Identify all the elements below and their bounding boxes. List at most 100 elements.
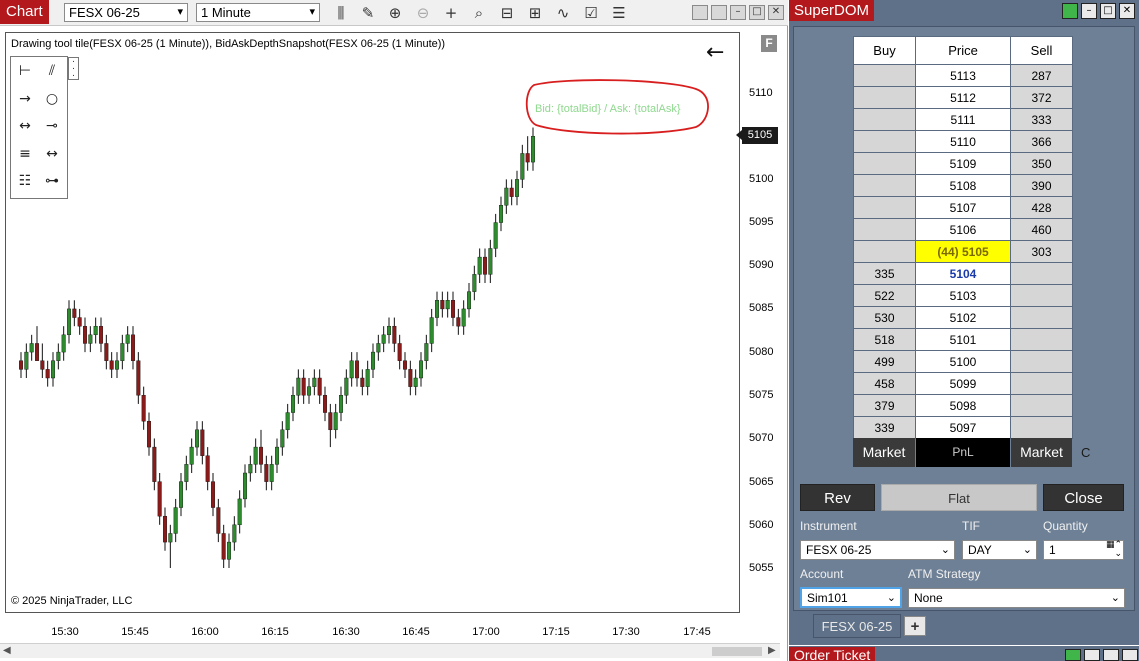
market-sell-button[interactable]: Market (1011, 438, 1072, 467)
data-box-icon[interactable]: ⌕ (469, 3, 489, 23)
flat-button[interactable]: Flat (881, 484, 1037, 511)
scrollbar-thumb[interactable] (712, 647, 762, 656)
close-button[interactable]: ✕ (1119, 3, 1135, 19)
account-select[interactable]: Sim101 ⌄ (800, 587, 902, 608)
crosshair-icon[interactable]: + (441, 3, 461, 23)
tile-button[interactable] (711, 5, 727, 20)
price-cell[interactable]: 5111 (915, 108, 1011, 131)
market-buy-button[interactable]: Market (853, 438, 915, 467)
add-tab-button[interactable]: + (904, 616, 926, 636)
sell-cell[interactable] (1010, 284, 1073, 307)
buy-cell[interactable]: 379 (853, 394, 916, 417)
sell-cell[interactable]: 333 (1010, 108, 1073, 131)
properties-icon[interactable]: ☑ (581, 3, 601, 23)
extended-line-tool-icon[interactable]: ↔ (13, 115, 37, 137)
zoom-out-icon[interactable]: ⊖ (413, 3, 433, 23)
buy-cell[interactable]: 518 (853, 328, 916, 351)
f-button[interactable]: F (761, 35, 777, 52)
price-cell[interactable]: 5100 (915, 350, 1011, 373)
range-tool-icon[interactable]: ↔ (40, 143, 64, 165)
more-tools-icon[interactable]: · · · (68, 57, 79, 81)
buy-cell[interactable]: 530 (853, 306, 916, 329)
sell-cell[interactable] (1010, 306, 1073, 329)
instrument-selector[interactable]: FESX 06-25 ▾ (64, 3, 188, 22)
tif-select[interactable]: DAY ⌄ (962, 540, 1037, 560)
template-icon[interactable]: ⊟ (497, 3, 517, 23)
maximize-button[interactable]: □ (1100, 3, 1116, 19)
price-cell[interactable]: 5109 (915, 152, 1011, 175)
sell-cell[interactable] (1010, 328, 1073, 351)
parallel-lines-tool-icon[interactable]: ⫽ (40, 60, 64, 82)
atm-strategy-select[interactable]: None ⌄ (908, 588, 1125, 608)
path-tool-icon[interactable]: ⊶ (40, 170, 64, 192)
indicator-icon[interactable]: ∿ (553, 3, 573, 23)
horizontal-lines-tool-icon[interactable]: ≡ (13, 143, 37, 165)
sell-cell[interactable]: 428 (1010, 196, 1073, 219)
link-button[interactable] (1062, 3, 1078, 19)
price-cell[interactable]: 5112 (915, 86, 1011, 109)
minimize-button[interactable]: – (1081, 3, 1097, 19)
price-cell[interactable]: (44) 5105 (915, 240, 1011, 263)
minimize-button[interactable] (1084, 649, 1100, 661)
maximize-button[interactable] (1103, 649, 1119, 661)
sell-cell[interactable] (1010, 372, 1073, 395)
sell-cell[interactable]: 366 (1010, 130, 1073, 153)
price-cell[interactable]: 5098 (915, 394, 1011, 417)
buy-cell[interactable]: 458 (853, 372, 916, 395)
buy-cell[interactable] (853, 218, 916, 241)
buy-cell[interactable]: 335 (853, 262, 916, 285)
pnl-display[interactable]: PnL (916, 438, 1010, 467)
buy-cell[interactable]: 522 (853, 284, 916, 307)
zoom-in-icon[interactable]: ⊕ (385, 3, 405, 23)
sell-cell[interactable]: 372 (1010, 86, 1073, 109)
price-cell[interactable]: 5106 (915, 218, 1011, 241)
scroll-left-icon[interactable]: ◀ (3, 645, 11, 656)
sell-cell[interactable]: 287 (1010, 64, 1073, 87)
link-button[interactable] (692, 5, 708, 20)
fibonacci-tool-icon[interactable]: ☷ (13, 170, 37, 192)
buy-cell[interactable] (853, 152, 916, 175)
buy-cell[interactable] (853, 64, 916, 87)
bar-chart-icon[interactable]: ⫼ (331, 3, 351, 23)
price-cell[interactable]: 5104 (915, 262, 1011, 285)
list-icon[interactable]: ☰ (609, 3, 629, 23)
buy-cell[interactable]: 499 (853, 350, 916, 373)
close-position-button[interactable]: Close (1043, 484, 1124, 511)
arrow-left-icon[interactable]: ← (706, 40, 724, 65)
instrument-select[interactable]: FESX 06-25 ⌄ (800, 540, 955, 560)
sell-cell[interactable] (1010, 350, 1073, 373)
buy-cell[interactable] (853, 130, 916, 153)
maximize-button[interactable]: □ (749, 5, 765, 20)
sell-cell[interactable] (1010, 394, 1073, 417)
link-button[interactable] (1065, 649, 1081, 661)
buy-cell[interactable]: 339 (853, 416, 916, 439)
pencil-icon[interactable]: ✎ (358, 3, 378, 23)
sell-cell[interactable] (1010, 262, 1073, 285)
sell-cell[interactable]: 460 (1010, 218, 1073, 241)
close-button[interactable]: ✕ (768, 5, 784, 20)
rev-button[interactable]: Rev (800, 484, 875, 511)
buy-cell[interactable] (853, 174, 916, 197)
stepper-arrows-icon[interactable]: ▦⌃ ⌄ (1100, 541, 1122, 559)
price-cell[interactable]: 5103 (915, 284, 1011, 307)
buy-cell[interactable] (853, 86, 916, 109)
price-cell[interactable]: 5101 (915, 328, 1011, 351)
scroll-right-icon[interactable]: ▶ (768, 645, 776, 656)
superdom-title[interactable]: SuperDOM (789, 0, 875, 21)
horizontal-scrollbar[interactable]: ◀ ▶ (0, 643, 780, 658)
order-ticket-title[interactable]: Order Ticket (789, 647, 876, 661)
minimize-button[interactable]: – (730, 5, 746, 20)
close-button[interactable] (1122, 649, 1138, 661)
buy-cell[interactable] (853, 240, 916, 263)
ray-tool-icon[interactable]: → (13, 88, 37, 110)
ellipse-tool-icon[interactable]: ○ (40, 88, 64, 110)
price-cell[interactable]: 5108 (915, 174, 1011, 197)
quantity-stepper[interactable]: 1 ▦⌃ ⌄ (1043, 540, 1124, 560)
ruler-tool-icon[interactable]: ⊸ (40, 115, 64, 137)
price-cell[interactable]: 5110 (915, 130, 1011, 153)
buy-cell[interactable] (853, 108, 916, 131)
buy-cell[interactable] (853, 196, 916, 219)
sell-cell[interactable] (1010, 416, 1073, 439)
center-button[interactable]: C (1081, 445, 1090, 460)
line-tool-icon[interactable]: ⊢ (13, 60, 37, 82)
